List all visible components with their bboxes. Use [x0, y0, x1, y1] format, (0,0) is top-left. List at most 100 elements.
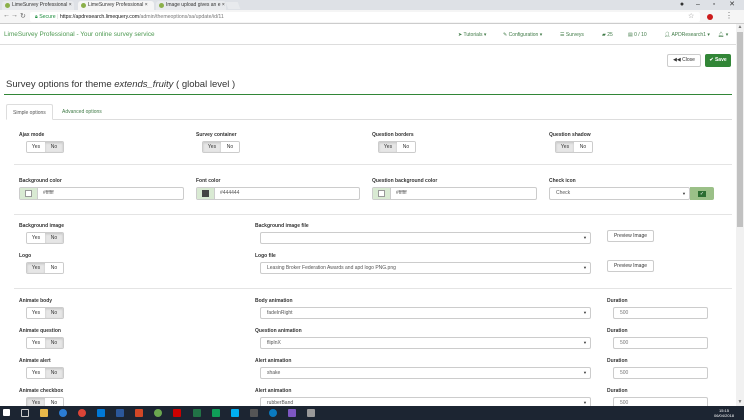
background-image-file-select[interactable]: ▼: [260, 232, 591, 244]
question-duration-input[interactable]: 500: [613, 337, 708, 349]
preview-background-image-button[interactable]: Preview Image: [607, 230, 654, 242]
browser-menu-icon[interactable]: ⋮: [725, 11, 733, 20]
alert-duration-input[interactable]: 500: [613, 367, 708, 379]
app-icon[interactable]: [307, 409, 315, 417]
nav-responses[interactable]: ▰ 25: [602, 32, 613, 38]
limesurvey-favicon-icon: [81, 3, 86, 8]
tab-advanced-options[interactable]: Advanced options: [56, 104, 108, 120]
animate-body-yes[interactable]: Yes: [27, 308, 45, 318]
close-button[interactable]: ◀◀ Close: [667, 54, 701, 67]
app-icon[interactable]: [269, 409, 277, 417]
bookmark-star-icon[interactable]: ☆: [688, 12, 694, 20]
animate-question-no[interactable]: No: [45, 338, 63, 348]
animate-checkbox-label: Animate checkbox: [19, 388, 64, 394]
animate-body-no[interactable]: No: [45, 308, 63, 318]
word-icon[interactable]: [116, 409, 124, 417]
animate-alert-no[interactable]: No: [45, 368, 63, 378]
check-icon-preview: ✓: [690, 187, 714, 200]
body-animation-select[interactable]: fadeInRight ▼: [260, 307, 591, 319]
options-tabs: Simple options Advanced options: [6, 104, 732, 120]
back-arrow-icon[interactable]: ←: [3, 12, 10, 19]
outlook-icon[interactable]: [97, 409, 105, 417]
checkbox-animation-label: Alert animation: [255, 388, 292, 394]
body-duration-input[interactable]: 500: [613, 307, 708, 319]
opera-extension-icon[interactable]: [707, 14, 713, 20]
font-color-swatch[interactable]: [197, 188, 215, 199]
survey-container-toggle: Yes No: [202, 141, 240, 153]
green-app-icon[interactable]: [212, 409, 220, 417]
nav-user-menu[interactable]: 👤︎ APDResearch1 ▾: [664, 32, 710, 38]
app-icon[interactable]: [250, 409, 258, 417]
powerpoint-icon[interactable]: [135, 409, 143, 417]
title-divider: [4, 94, 732, 95]
new-tab-button[interactable]: [225, 2, 241, 9]
forward-arrow-icon[interactable]: →: [11, 12, 18, 19]
ajax-mode-no[interactable]: No: [45, 142, 63, 152]
nav-surveys[interactable]: ☰ Surveys: [560, 32, 584, 38]
question-shadow-yes[interactable]: Yes: [556, 142, 574, 152]
check-icon-label: Check icon: [549, 178, 576, 184]
chevron-down-icon: ▼: [583, 235, 587, 240]
browser-tab-3[interactable]: Image upload gives an e ×: [156, 1, 226, 10]
windows-start-icon[interactable]: [3, 409, 10, 416]
font-color-field[interactable]: #444444: [196, 187, 360, 200]
question-bg-color-field[interactable]: #ffffff: [372, 187, 537, 200]
excel-icon[interactable]: [193, 409, 201, 417]
taskbar-clock[interactable]: 15:15 06/04/2018: [714, 408, 734, 418]
tab-simple-options[interactable]: Simple options: [6, 104, 53, 120]
brand-link[interactable]: LimeSurvey Professional - Your online su…: [4, 31, 155, 38]
browser-tab-2[interactable]: LimeSurvey Professional ×: [78, 1, 154, 10]
background-color-field[interactable]: #ffffff: [19, 187, 184, 200]
file-explorer-icon[interactable]: [40, 409, 48, 417]
skype-icon[interactable]: [231, 409, 239, 417]
window-close-button[interactable]: ✕: [722, 0, 742, 9]
filezilla-icon[interactable]: [173, 409, 181, 417]
background-image-yes[interactable]: Yes: [27, 233, 45, 243]
alert-animation-select[interactable]: shake ▼: [260, 367, 591, 379]
maximize-button[interactable]: ▫: [704, 0, 724, 9]
nav-notifications[interactable]: 🔔︎ ▾: [718, 32, 728, 38]
ajax-mode-yes[interactable]: Yes: [27, 142, 45, 152]
check-icon-select[interactable]: Check ▼: [549, 187, 690, 200]
logo-yes[interactable]: Yes: [27, 263, 45, 273]
survey-container-no[interactable]: No: [221, 142, 239, 152]
chrome-icon[interactable]: [78, 409, 86, 417]
app-icon[interactable]: [288, 409, 296, 417]
scrollbar-thumb[interactable]: [737, 32, 743, 227]
body-animation-label: Body animation: [255, 298, 293, 304]
animate-alert-yes[interactable]: Yes: [27, 368, 45, 378]
ajax-mode-label: Ajax mode: [19, 132, 45, 138]
browser-tabbar: LimeSurvey Professional × LimeSurvey Pro…: [0, 0, 744, 10]
animate-alert-label: Animate alert: [19, 358, 51, 364]
task-view-icon[interactable]: [21, 409, 29, 417]
scroll-up-icon[interactable]: ▲: [737, 24, 743, 30]
edge-icon[interactable]: [59, 409, 67, 417]
question-bg-color-swatch[interactable]: [373, 188, 391, 199]
question-borders-yes[interactable]: Yes: [379, 142, 397, 152]
question-borders-no[interactable]: No: [397, 142, 415, 152]
question-animation-select[interactable]: flipInX ▼: [260, 337, 591, 349]
question-shadow-no[interactable]: No: [574, 142, 592, 152]
preview-logo-button[interactable]: Preview Image: [607, 260, 654, 272]
page-scrollbar[interactable]: ▲ ▼: [736, 24, 744, 406]
background-image-no[interactable]: No: [45, 233, 63, 243]
animate-body-label: Animate body: [19, 298, 53, 304]
chevron-down-icon: ▼: [583, 310, 587, 315]
nav-tutorials[interactable]: ➤ Tutorials ▾: [458, 32, 486, 38]
question-shadow-toggle: Yes No: [555, 141, 593, 153]
survey-container-label: Survey container: [196, 132, 237, 138]
logo-file-select[interactable]: Leasing Broker Federation Awards and apd…: [260, 262, 591, 274]
logo-no[interactable]: No: [45, 263, 63, 273]
nav-configuration[interactable]: ✎ Configuration ▾: [503, 32, 542, 38]
survey-container-yes[interactable]: Yes: [203, 142, 221, 152]
nav-storage[interactable]: ▤ 0 / 10: [628, 32, 647, 38]
url-input[interactable]: 🔒︎ Secure | https://apdresearch.limequer…: [30, 12, 700, 22]
scroll-down-icon[interactable]: ▼: [737, 399, 743, 405]
reload-icon[interactable]: ↻: [20, 12, 26, 20]
background-color-swatch[interactable]: [20, 188, 38, 199]
save-button[interactable]: ✔ Save: [705, 54, 731, 67]
app-icon[interactable]: [154, 409, 162, 417]
limesurvey-favicon-icon: [5, 3, 10, 8]
browser-tab-1[interactable]: LimeSurvey Professional ×: [2, 1, 74, 10]
animate-question-yes[interactable]: Yes: [27, 338, 45, 348]
